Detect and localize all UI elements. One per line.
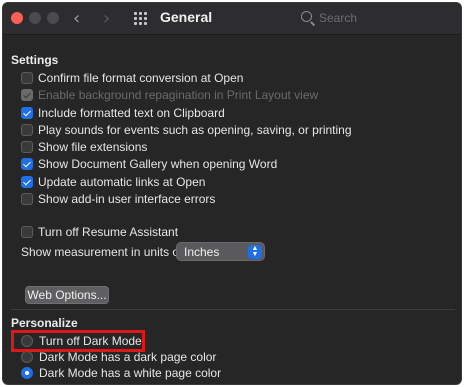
option-label: Turn off Resume Assistant: [38, 225, 179, 239]
checkbox[interactable]: [21, 226, 33, 238]
window-title: General: [160, 9, 213, 25]
option-label: Show Document Gallery when opening Word: [38, 157, 278, 171]
option-document-gallery[interactable]: Show Document Gallery when opening Word: [21, 156, 277, 172]
search-field[interactable]: Search: [297, 9, 457, 29]
forward-arrow-icon[interactable]: ›: [103, 8, 110, 29]
search-icon: [301, 11, 312, 22]
option-label: Dark Mode has a white page color: [39, 366, 222, 380]
checkbox[interactable]: [21, 107, 33, 119]
checkbox: [21, 89, 33, 101]
checkbox[interactable]: [21, 158, 33, 170]
web-options-button[interactable]: Web Options...: [25, 286, 109, 304]
option-label: Play sounds for events such as opening, …: [38, 123, 352, 137]
option-resume-assistant[interactable]: Turn off Resume Assistant: [21, 224, 178, 240]
option-show-file-extensions[interactable]: Show file extensions: [21, 139, 147, 155]
checkbox[interactable]: [21, 141, 33, 153]
personalize-heading: Personalize: [11, 316, 78, 330]
measurement-label: Show measurement in units of:: [21, 245, 186, 259]
option-label: Show add-in user interface errors: [38, 192, 216, 206]
option-label: Show file extensions: [38, 140, 148, 154]
checkbox[interactable]: [21, 193, 33, 205]
radio-white-page-color[interactable]: Dark Mode has a white page color: [21, 365, 221, 381]
back-arrow-icon[interactable]: ‹: [73, 8, 80, 29]
option-formatted-text-clipboard[interactable]: Include formatted text on Clipboard: [21, 105, 225, 121]
preferences-window: ‹ › General Search Settings Confirm file…: [2, 2, 462, 385]
option-update-links[interactable]: Update automatic links at Open: [21, 174, 205, 190]
measurement-value: Inches: [184, 245, 220, 259]
option-label: Dark Mode has a dark page color: [39, 350, 217, 364]
radio-button[interactable]: [21, 367, 33, 379]
close-window-button[interactable]: [11, 12, 23, 24]
measurement-units-select[interactable]: Inches ▲ ▼: [176, 242, 265, 261]
titlebar: ‹ › General Search: [3, 3, 461, 35]
option-label: Confirm file format conversion at Open: [38, 71, 244, 85]
option-label: Include formatted text on Clipboard: [38, 106, 225, 120]
checkbox[interactable]: [21, 176, 33, 188]
zoom-window-button[interactable]: [47, 12, 59, 24]
checkbox[interactable]: [21, 72, 33, 84]
option-background-repagination: Enable background repagination in Print …: [21, 87, 318, 103]
option-label: Update automatic links at Open: [38, 175, 206, 189]
chevron-updown-icon: ▲ ▼: [248, 245, 262, 259]
radio-button[interactable]: [21, 351, 33, 363]
option-addin-errors[interactable]: Show add-in user interface errors: [21, 191, 215, 207]
annotation-highlight-box: [11, 330, 145, 352]
option-play-sounds[interactable]: Play sounds for events such as opening, …: [21, 122, 352, 138]
show-all-grid-icon[interactable]: [134, 12, 148, 26]
option-confirm-conversion[interactable]: Confirm file format conversion at Open: [21, 70, 243, 86]
settings-heading: Settings: [11, 53, 59, 67]
section-divider: [11, 309, 455, 310]
search-placeholder: Search: [319, 11, 358, 25]
checkbox[interactable]: [21, 124, 33, 136]
option-label: Enable background repagination in Print …: [38, 88, 319, 102]
minimize-window-button[interactable]: [29, 12, 41, 24]
